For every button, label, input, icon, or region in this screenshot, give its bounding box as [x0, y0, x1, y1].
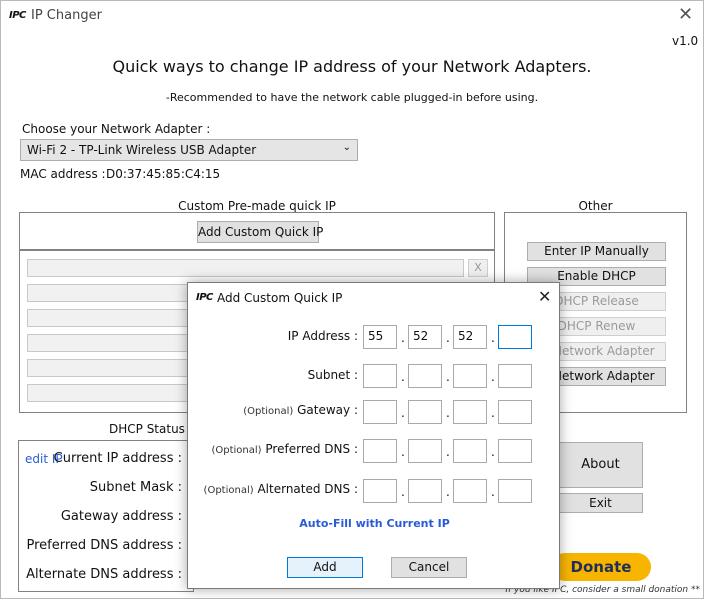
dialog-logo: IPC [196, 292, 213, 303]
ip-dot-2: . [446, 331, 450, 345]
ip-octet-2[interactable]: 52 [408, 325, 442, 349]
subnet-octet-1[interactable] [363, 364, 397, 388]
ip-dot-1: . [401, 331, 405, 345]
subnet-octet-4[interactable] [498, 364, 532, 388]
quick-ip-slot-6[interactable] [27, 384, 197, 402]
ip-octet-4[interactable] [498, 325, 532, 349]
mac-label: MAC address : [20, 167, 106, 181]
dialog-title: Add Custom Quick IP [217, 291, 343, 305]
remove-quick-ip-button[interactable]: X [468, 259, 488, 277]
window-title: IP Changer [31, 8, 102, 23]
chevron-down-icon: ⌄ [342, 142, 351, 153]
gateway-dot-1: . [401, 406, 405, 420]
subnet-octet-3[interactable] [453, 364, 487, 388]
adapter-selected-value: Wi-Fi 2 - TP-Link Wireless USB Adapter [27, 143, 257, 157]
quick-ip-title: Custom Pre-made quick IP [178, 199, 336, 213]
add-custom-quick-ip-button[interactable]: Add Custom Quick IP [197, 221, 323, 243]
preferred-dns-label: Preferred DNS address : [26, 538, 182, 553]
quick-ip-slot-5[interactable] [27, 359, 197, 377]
alt-dns-dot-3: . [491, 485, 495, 499]
ip-octet-1[interactable]: 55 [363, 325, 397, 349]
pref-dns-octet-2[interactable] [408, 439, 442, 463]
gateway-dot-2: . [446, 406, 450, 420]
add-button[interactable]: Add [287, 557, 363, 578]
subnet-dot-2: . [446, 370, 450, 384]
alt-dns-octet-3[interactable] [453, 479, 487, 503]
auto-fill-link[interactable]: Auto-Fill with Current IP [188, 517, 561, 530]
ip-octet-3[interactable]: 52 [453, 325, 487, 349]
alt-dns-dot-2: . [446, 485, 450, 499]
pref-dns-dot-1: . [401, 445, 405, 459]
adapter-label: Choose your Network Adapter : [22, 122, 211, 136]
subnet-label: Subnet : [307, 368, 358, 382]
adapter-select[interactable]: Wi-Fi 2 - TP-Link Wireless USB Adapter ⌄ [20, 139, 358, 161]
subline: -Recommended to have the network cable p… [165, 91, 539, 104]
gateway-label: Gateway : [297, 403, 358, 417]
other-title: Other [578, 199, 613, 213]
subnet-dot-1: . [401, 370, 405, 384]
gateway-optional-tag: (Optional) [243, 406, 294, 417]
donate-button[interactable]: Donate [551, 553, 651, 581]
version-label: v1.0 [672, 34, 699, 48]
gateway-dot-3: . [491, 406, 495, 420]
pref-dns-octet-3[interactable] [453, 439, 487, 463]
alt-dns-octet-1[interactable] [363, 479, 397, 503]
preferred-dns-label-group: (Optional) Preferred DNS : [188, 442, 358, 456]
gateway-octet-4[interactable] [498, 400, 532, 424]
alternate-dns-label: Alternate DNS address : [26, 567, 182, 582]
preferred-dns-optional-tag: (Optional) [211, 445, 262, 456]
pref-dns-dot-2: . [446, 445, 450, 459]
headline: Quick ways to change IP address of your … [112, 57, 592, 76]
current-ip-label: Current IP address : [53, 451, 182, 466]
gateway-label-group: (Optional) Gateway : [188, 403, 358, 417]
dhcp-status-label: DHCP Status : [109, 422, 193, 436]
gateway-octet-1[interactable] [363, 400, 397, 424]
dialog-close-icon[interactable]: ✕ [538, 287, 551, 306]
alt-dns-optional-tag: (Optional) [203, 485, 254, 496]
alt-dns-dot-1: . [401, 485, 405, 499]
alt-dns-dialog-label: Alternated DNS : [257, 482, 358, 496]
add-quick-ip-dialog: IPC Add Custom Quick IP ✕ IP Address : 5… [187, 282, 560, 589]
alt-dns-octet-4[interactable] [498, 479, 532, 503]
quick-ip-slot-1[interactable] [27, 259, 464, 277]
ip-dot-3: . [491, 331, 495, 345]
pref-dns-octet-1[interactable] [363, 439, 397, 463]
pref-dns-dot-3: . [491, 445, 495, 459]
app-logo: IPC [9, 10, 26, 21]
quick-ip-slot-3[interactable] [27, 309, 197, 327]
gateway-address-label: Gateway address : [60, 509, 182, 524]
subnet-dot-3: . [491, 370, 495, 384]
cancel-button[interactable]: Cancel [391, 557, 467, 578]
exit-button[interactable]: Exit [558, 493, 643, 513]
gateway-octet-2[interactable] [408, 400, 442, 424]
pref-dns-octet-4[interactable] [498, 439, 532, 463]
gateway-octet-3[interactable] [453, 400, 487, 424]
quick-ip-slot-4[interactable] [27, 334, 197, 352]
alt-dns-label-group: (Optional) Alternated DNS : [188, 482, 358, 496]
enter-ip-manually-button[interactable]: Enter IP Manually [527, 242, 666, 261]
about-button[interactable]: About [558, 442, 643, 488]
quick-ip-slot-2[interactable] [27, 284, 197, 302]
ip-address-label: IP Address : [287, 329, 358, 343]
subnet-mask-label: Subnet Mask : [89, 480, 182, 495]
mac-value: D0:37:45:85:C4:15 [106, 167, 221, 181]
subnet-octet-2[interactable] [408, 364, 442, 388]
alt-dns-octet-2[interactable] [408, 479, 442, 503]
window-close-button[interactable]: ✕ [678, 4, 693, 25]
preferred-dns-dialog-label: Preferred DNS : [265, 442, 358, 456]
